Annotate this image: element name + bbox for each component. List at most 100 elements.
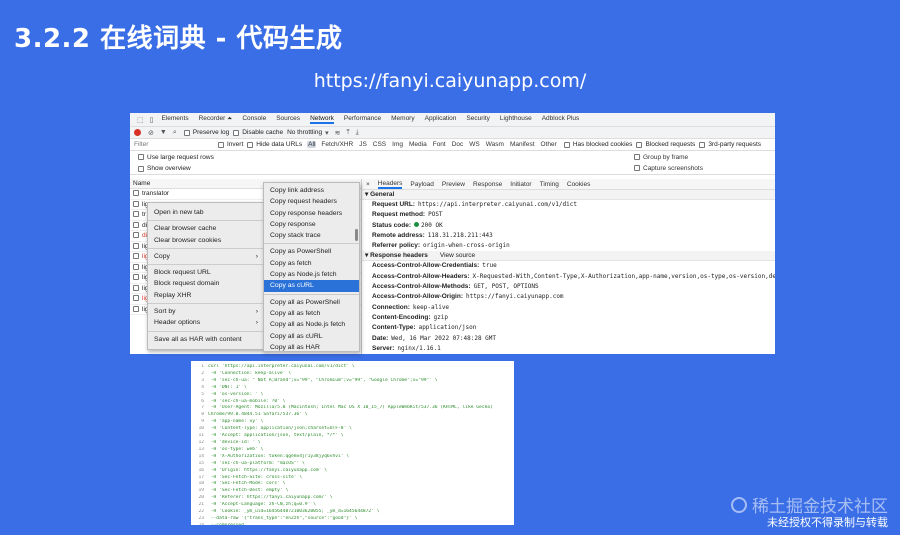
upload-icon[interactable]: ⤒	[347, 129, 350, 137]
filter-type-button[interactable]: All	[307, 141, 317, 148]
copy-submenu-item[interactable]: Copy all as fetch	[264, 308, 359, 319]
context-menu-item[interactable]: Replay XHR	[148, 290, 264, 301]
download-icon[interactable]: ⤓	[356, 129, 359, 137]
filter-type-button[interactable]: CSS	[372, 141, 387, 148]
filter-input[interactable]: Filter	[134, 141, 214, 148]
copy-submenu-item[interactable]: Copy as PowerShell	[264, 246, 359, 257]
panel-tab[interactable]: Network	[310, 115, 334, 124]
close-icon[interactable]: ×	[366, 181, 370, 188]
general-section-header[interactable]: ▾ General	[362, 190, 775, 200]
filter-type-button[interactable]: Manifest	[509, 141, 536, 148]
request-checkbox[interactable]	[133, 284, 139, 291]
code-line: 7 -H 'User-Agent: Mozilla/5.0 (Macintosh…	[195, 405, 510, 412]
wifi-icon[interactable]: ≋	[335, 129, 341, 137]
request-checkbox[interactable]	[133, 295, 139, 302]
record-icon[interactable]	[134, 129, 141, 136]
request-checkbox[interactable]	[133, 232, 139, 239]
filter-type-button[interactable]: Media	[408, 141, 428, 148]
copy-submenu-item[interactable]: Copy all as PowerShell	[264, 297, 359, 308]
filter-type-button[interactable]: JS	[358, 141, 368, 148]
throttling-select[interactable]: No throttling	[287, 129, 322, 136]
context-menu-item[interactable]: Copy ›	[148, 251, 264, 262]
panel-tab[interactable]: Sources	[276, 115, 300, 124]
capture-screenshots-checkbox[interactable]	[634, 165, 640, 172]
request-checkbox[interactable]	[133, 221, 139, 228]
panel-tab[interactable]: Security	[466, 115, 489, 124]
filter-type-button[interactable]: Doc	[451, 141, 465, 148]
inspect-icon[interactable]: ⬚	[137, 116, 144, 124]
panel-tab[interactable]: Performance	[344, 115, 381, 124]
request-checkbox[interactable]	[133, 200, 139, 207]
panel-tab[interactable]: Elements	[161, 115, 188, 124]
code-text: --data-raw '{"trans_type":"en2zh","sourc…	[208, 515, 358, 521]
request-checkbox[interactable]	[133, 305, 139, 312]
line-number: 22	[198, 509, 204, 515]
detail-tab[interactable]: Response	[473, 181, 502, 188]
context-menu-item[interactable]: Block request domain	[148, 278, 264, 289]
request-checkbox[interactable]	[133, 253, 139, 260]
copy-submenu-item[interactable]: Copy response headers	[264, 208, 359, 219]
hide-data-urls-checkbox[interactable]	[247, 141, 254, 148]
search-icon[interactable]: ⌕	[173, 129, 177, 137]
large-rows-checkbox[interactable]	[138, 154, 144, 160]
disable-cache-checkbox[interactable]	[233, 129, 240, 136]
panel-tab[interactable]: Recorder ⏶	[199, 115, 233, 124]
copy-submenu-item[interactable]: Copy all as Node.js fetch	[264, 319, 359, 330]
request-checkbox[interactable]	[133, 242, 139, 249]
detail-tab[interactable]: Cookies	[567, 181, 590, 188]
has-blocked-cookies-checkbox[interactable]	[563, 141, 570, 148]
response-headers-section-header[interactable]: ▾ Response headers View source	[362, 251, 775, 262]
detail-tab[interactable]: Headers	[377, 180, 403, 189]
context-menu-item[interactable]: Save all as HAR with content	[148, 334, 264, 345]
copy-submenu-item[interactable]: Copy all as cURL	[264, 331, 359, 342]
request-checkbox[interactable]	[133, 211, 139, 218]
copy-submenu-item[interactable]: Copy request headers	[264, 196, 359, 207]
filter-type-button[interactable]: Fetch/XHR	[320, 141, 354, 148]
filter-type-button[interactable]: Img	[391, 141, 404, 148]
header-row: Connection: keep-alive	[362, 303, 775, 313]
context-menu-item[interactable]: Sort by ›	[148, 306, 264, 317]
copy-submenu-item[interactable]: Copy stack trace	[264, 230, 359, 241]
device-toolbar-icon[interactable]: ▯	[150, 116, 154, 124]
clear-icon[interactable]: ⊘	[148, 129, 154, 137]
context-menu-item[interactable]: Open in new tab	[148, 207, 264, 218]
filter-type-button[interactable]: Font	[432, 141, 447, 148]
chevron-right-icon: ›	[255, 308, 258, 316]
request-checkbox[interactable]	[133, 190, 139, 197]
preserve-log-checkbox[interactable]	[183, 129, 190, 136]
show-overview-checkbox[interactable]	[138, 165, 144, 172]
blocked-requests-checkbox[interactable]	[636, 141, 643, 148]
copy-submenu-item[interactable]: Copy as fetch	[264, 258, 359, 269]
panel-tab[interactable]: Console	[242, 115, 266, 124]
context-menu-item[interactable]: Block request URL	[148, 267, 264, 278]
third-party-checkbox[interactable]	[699, 141, 706, 148]
filter-type-button[interactable]: Other	[540, 141, 558, 148]
copy-submenu-item[interactable]: Copy all as HAR	[264, 342, 359, 353]
third-party-label: 3rd-party requests	[708, 141, 762, 148]
copy-submenu-item[interactable]: Copy link address	[264, 185, 359, 196]
context-menu-item[interactable]: Clear browser cookies	[148, 235, 264, 246]
general-label: ▾ General	[365, 191, 395, 198]
filter-type-button[interactable]: Wasm	[485, 141, 505, 148]
panel-tab[interactable]: Adblock Plus	[542, 115, 580, 124]
panel-tab[interactable]: Lighthouse	[500, 115, 532, 124]
filter-icon[interactable]: ▼	[160, 129, 167, 136]
detail-tab[interactable]: Initiator	[510, 181, 531, 188]
view-source-link[interactable]: View source	[440, 252, 475, 259]
context-menu-item[interactable]: Clear browser cache	[148, 223, 264, 234]
copy-submenu-item[interactable]: Copy response	[264, 219, 359, 230]
submenu-scrollbar[interactable]	[355, 229, 358, 241]
copy-submenu-item[interactable]: Copy as cURL	[264, 280, 359, 292]
detail-tab[interactable]: Timing	[540, 181, 559, 188]
request-checkbox[interactable]	[133, 263, 139, 270]
detail-tab[interactable]: Payload	[410, 181, 434, 188]
copy-submenu-item[interactable]: Copy as Node.js fetch	[264, 269, 359, 280]
panel-tab[interactable]: Memory	[391, 115, 414, 124]
context-menu-item[interactable]: Header options ›	[148, 317, 264, 328]
panel-tab[interactable]: Application	[425, 115, 457, 124]
invert-checkbox[interactable]	[218, 141, 224, 148]
detail-tab[interactable]: Preview	[442, 181, 465, 188]
group-by-frame-checkbox[interactable]	[634, 153, 640, 160]
request-checkbox[interactable]	[133, 274, 139, 281]
filter-type-button[interactable]: WS	[468, 141, 480, 148]
